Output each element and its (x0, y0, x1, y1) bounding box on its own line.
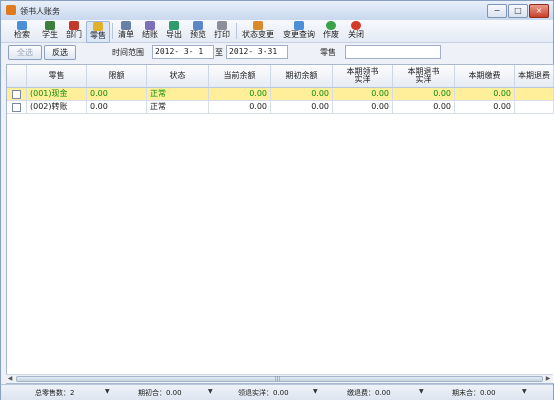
table-cell: 0.00 (393, 88, 455, 101)
export-icon (169, 21, 179, 30)
change-query-icon (294, 21, 304, 30)
dropdown-icon[interactable]: ▼ (105, 388, 110, 395)
date-from-input[interactable]: 2012- 3- 1 (152, 45, 214, 59)
close-icon (351, 21, 361, 30)
table-cell: 0.00 (333, 88, 393, 101)
table-row[interactable]: (001)现金 0.00 正常 0.00 0.00 0.00 0.00 0.00 (7, 88, 554, 101)
to-label: 至 (215, 48, 223, 57)
grip-icon: ||| (275, 376, 281, 382)
table-cell: 0.00 (209, 88, 271, 101)
dropdown-icon[interactable]: ▼ (522, 388, 527, 395)
column-header[interactable]: 期初余额 (271, 65, 333, 87)
column-header[interactable]: 当前余额 (209, 65, 271, 87)
column-header[interactable]: 本期退费 (515, 65, 554, 87)
preview-icon (193, 21, 203, 30)
total-retail-count: 总零售数：2 (35, 389, 75, 397)
print-icon (217, 21, 227, 30)
payments-total: 缴退费：0.00 (347, 389, 391, 397)
column-header[interactable]: 本期缴费 (455, 65, 515, 87)
table-cell: 0.00 (271, 88, 333, 101)
table-cell: 0.00 (209, 101, 271, 114)
retail-filter-label: 零售 (320, 48, 336, 57)
search-icon (17, 21, 27, 30)
minimize-button[interactable]: − (487, 4, 507, 18)
table-cell: 0.00 (455, 88, 515, 101)
toolbar-export-button[interactable]: 导出 (163, 21, 185, 41)
table-header: 零售 限额 状态 当前余额 期初余额 本期领书 实洋 本期退书 实洋 本期缴费 … (7, 65, 554, 88)
column-header[interactable]: 限额 (87, 65, 147, 87)
retail-icon (93, 22, 103, 31)
checkbox-column-header (7, 65, 27, 87)
row-checkbox[interactable] (12, 90, 21, 99)
table-row[interactable]: (002)转账 0.00 正常 0.00 0.00 0.00 0.00 0.00 (7, 101, 554, 114)
table-cell (515, 101, 554, 114)
toolbar-print-button[interactable]: 打印 (211, 21, 233, 41)
dropdown-icon[interactable]: ▼ (419, 388, 424, 395)
toolbar-retail-button[interactable]: 零售 (86, 21, 110, 43)
closing-total: 期末合：0.00 (452, 389, 496, 397)
table-cell: 正常 (147, 101, 209, 114)
main-window: 领书人账务 − □ × 检索 学生 部门 零售 清单 结账 导出 预览 打印 状… (0, 0, 554, 400)
select-all-button[interactable]: 全选 (8, 45, 42, 60)
toolbar-student-button[interactable]: 学生 (39, 21, 61, 41)
horizontal-scrollbar[interactable]: ◀ ||| ▶ (6, 374, 553, 383)
table-cell: 0.00 (455, 101, 515, 114)
toolbar-preview-button[interactable]: 预览 (187, 21, 209, 41)
date-to-input[interactable]: 2012- 3-31 (226, 45, 288, 59)
time-range-label: 时间范围 (112, 48, 144, 57)
dropdown-icon[interactable]: ▼ (208, 388, 213, 395)
column-header[interactable]: 零售 (27, 65, 87, 87)
dropdown-icon[interactable]: ▼ (313, 388, 318, 395)
student-icon (45, 21, 55, 30)
row-checkbox-cell (7, 101, 27, 114)
maximize-button[interactable]: □ (508, 4, 528, 18)
received-total: 领退实洋：0.00 (238, 389, 289, 397)
retail-filter-input[interactable] (345, 45, 441, 59)
close-window-button[interactable]: × (529, 4, 549, 18)
table-cell: 0.00 (271, 101, 333, 114)
table-cell: (001)现金 (27, 88, 87, 101)
checkout-icon (145, 21, 155, 30)
row-checkbox-cell (7, 88, 27, 101)
toolbar-void-button[interactable]: 作废 (320, 21, 342, 41)
toolbar-list-button[interactable]: 清单 (115, 21, 137, 41)
table-cell: 0.00 (333, 101, 393, 114)
toolbar-checkout-button[interactable]: 结账 (139, 21, 161, 41)
scroll-right-icon[interactable]: ▶ (544, 375, 552, 383)
row-checkbox[interactable] (12, 103, 21, 112)
column-header[interactable]: 状态 (147, 65, 209, 87)
toolbar-status-change-button[interactable]: 状态变更 (239, 21, 277, 41)
table-cell: 0.00 (87, 101, 147, 114)
table-cell: (002)转账 (27, 101, 87, 114)
title-bar: 领书人账务 − □ × (1, 1, 553, 21)
toolbar-separator (236, 23, 237, 39)
void-icon (326, 21, 336, 30)
scrollbar-thumb[interactable]: ||| (16, 376, 543, 382)
column-header[interactable]: 本期退书 实洋 (393, 65, 455, 87)
toolbar-search-button[interactable]: 检索 (11, 21, 33, 41)
table-cell (515, 88, 554, 101)
toolbar-close-button[interactable]: 关闭 (345, 21, 367, 41)
filter-bar: 全选 反选 时间范围 2012- 3- 1 至 2012- 3-31 零售 (1, 43, 553, 63)
table-cell: 0.00 (87, 88, 147, 101)
toolbar-department-button[interactable]: 部门 (63, 21, 85, 41)
status-change-icon (253, 21, 263, 30)
column-header[interactable]: 本期领书 实洋 (333, 65, 393, 87)
department-icon (69, 21, 79, 30)
toolbar-change-query-button[interactable]: 变更查询 (280, 21, 318, 41)
toolbar-separator (112, 23, 113, 39)
app-icon (6, 5, 16, 15)
table-cell: 0.00 (393, 101, 455, 114)
invert-selection-button[interactable]: 反选 (44, 45, 76, 60)
status-bar: 总零售数：2 ▼ 期初合：0.00 ▼ 领退实洋：0.00 ▼ 缴退费：0.00… (1, 384, 553, 400)
toolbar: 检索 学生 部门 零售 清单 结账 导出 预览 打印 状态变更 变更查询 作废 … (1, 20, 553, 43)
opening-total: 期初合：0.00 (138, 389, 182, 397)
accounts-table: 零售 限额 状态 当前余额 期初余额 本期领书 实洋 本期退书 实洋 本期缴费 … (6, 64, 554, 384)
scroll-left-icon[interactable]: ◀ (6, 375, 14, 383)
list-icon (121, 21, 131, 30)
table-cell: 正常 (147, 88, 209, 101)
window-title: 领书人账务 (20, 7, 60, 16)
